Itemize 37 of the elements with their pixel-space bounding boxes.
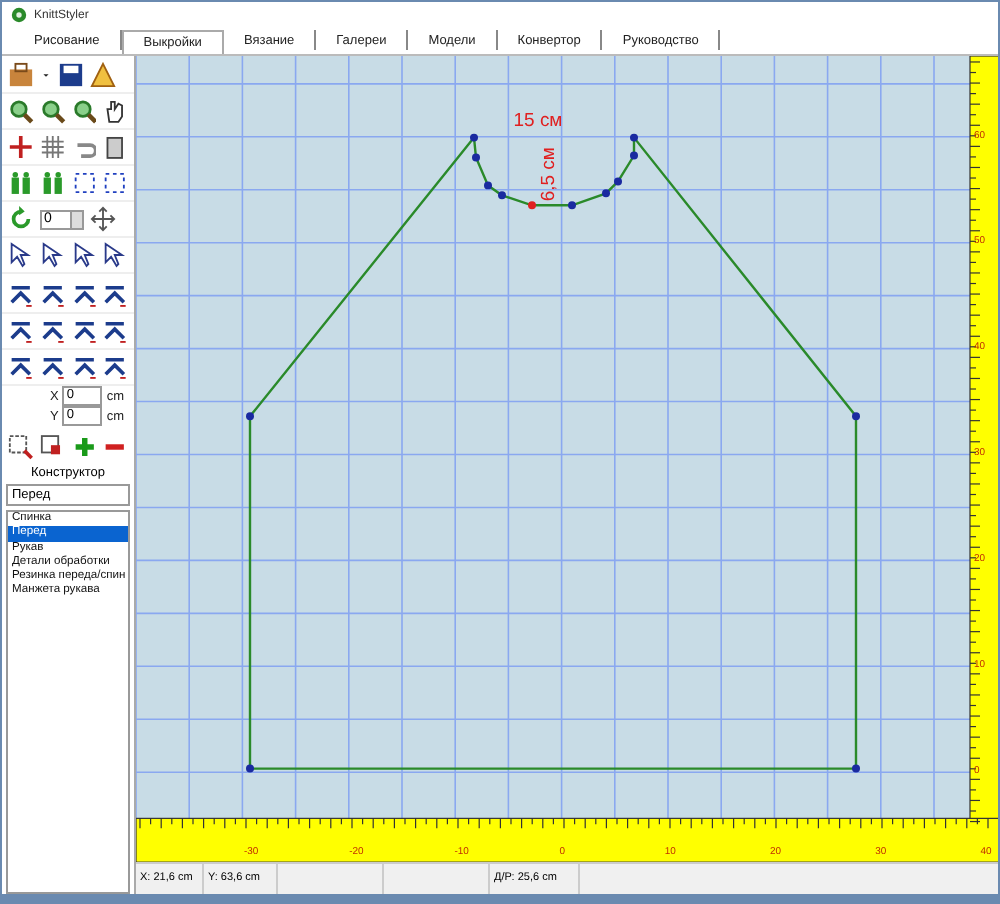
figure-icon[interactable] [8, 170, 34, 196]
bag-icon[interactable] [8, 62, 34, 88]
figure-icon[interactable] [39, 170, 65, 196]
crosshair-icon[interactable] [8, 134, 34, 160]
dart-icon[interactable] [102, 318, 128, 344]
dart-icon[interactable] [8, 354, 34, 380]
dart-icon[interactable] [71, 318, 97, 344]
zoom-icon[interactable] [71, 98, 97, 124]
dart-icon[interactable] [71, 282, 97, 308]
dimension-label: 6,5 см [537, 147, 560, 202]
move-icon[interactable] [90, 206, 116, 232]
cursor-icon[interactable] [71, 242, 97, 268]
grid-icon[interactable] [39, 134, 65, 160]
cursor-icon[interactable] [8, 242, 34, 268]
dotted-frame-icon[interactable] [71, 170, 97, 196]
dart-icon[interactable] [102, 354, 128, 380]
zoom-out-icon[interactable] [39, 98, 65, 124]
rotate-icon[interactable] [8, 206, 34, 232]
dart-icon[interactable] [102, 282, 128, 308]
cursor-icon[interactable] [102, 242, 128, 268]
dart-icon[interactable] [39, 318, 65, 344]
dimension-label: 15 см [513, 109, 563, 132]
dart-icon[interactable] [8, 282, 34, 308]
dart-icon[interactable] [71, 354, 97, 380]
save-icon[interactable] [58, 62, 84, 88]
dart-icon[interactable] [39, 354, 65, 380]
dotted-frame-icon[interactable] [102, 170, 128, 196]
dart-icon[interactable] [8, 318, 34, 344]
add-icon[interactable] [71, 434, 97, 460]
hand-icon[interactable] [102, 98, 128, 124]
zoom-in-icon[interactable] [8, 98, 34, 124]
warning-icon[interactable] [90, 62, 116, 88]
select-icon[interactable] [8, 434, 34, 460]
select-icon[interactable] [39, 434, 65, 460]
dart-icon[interactable] [39, 282, 65, 308]
app-icon [10, 6, 28, 24]
cursor-icon[interactable] [39, 242, 65, 268]
